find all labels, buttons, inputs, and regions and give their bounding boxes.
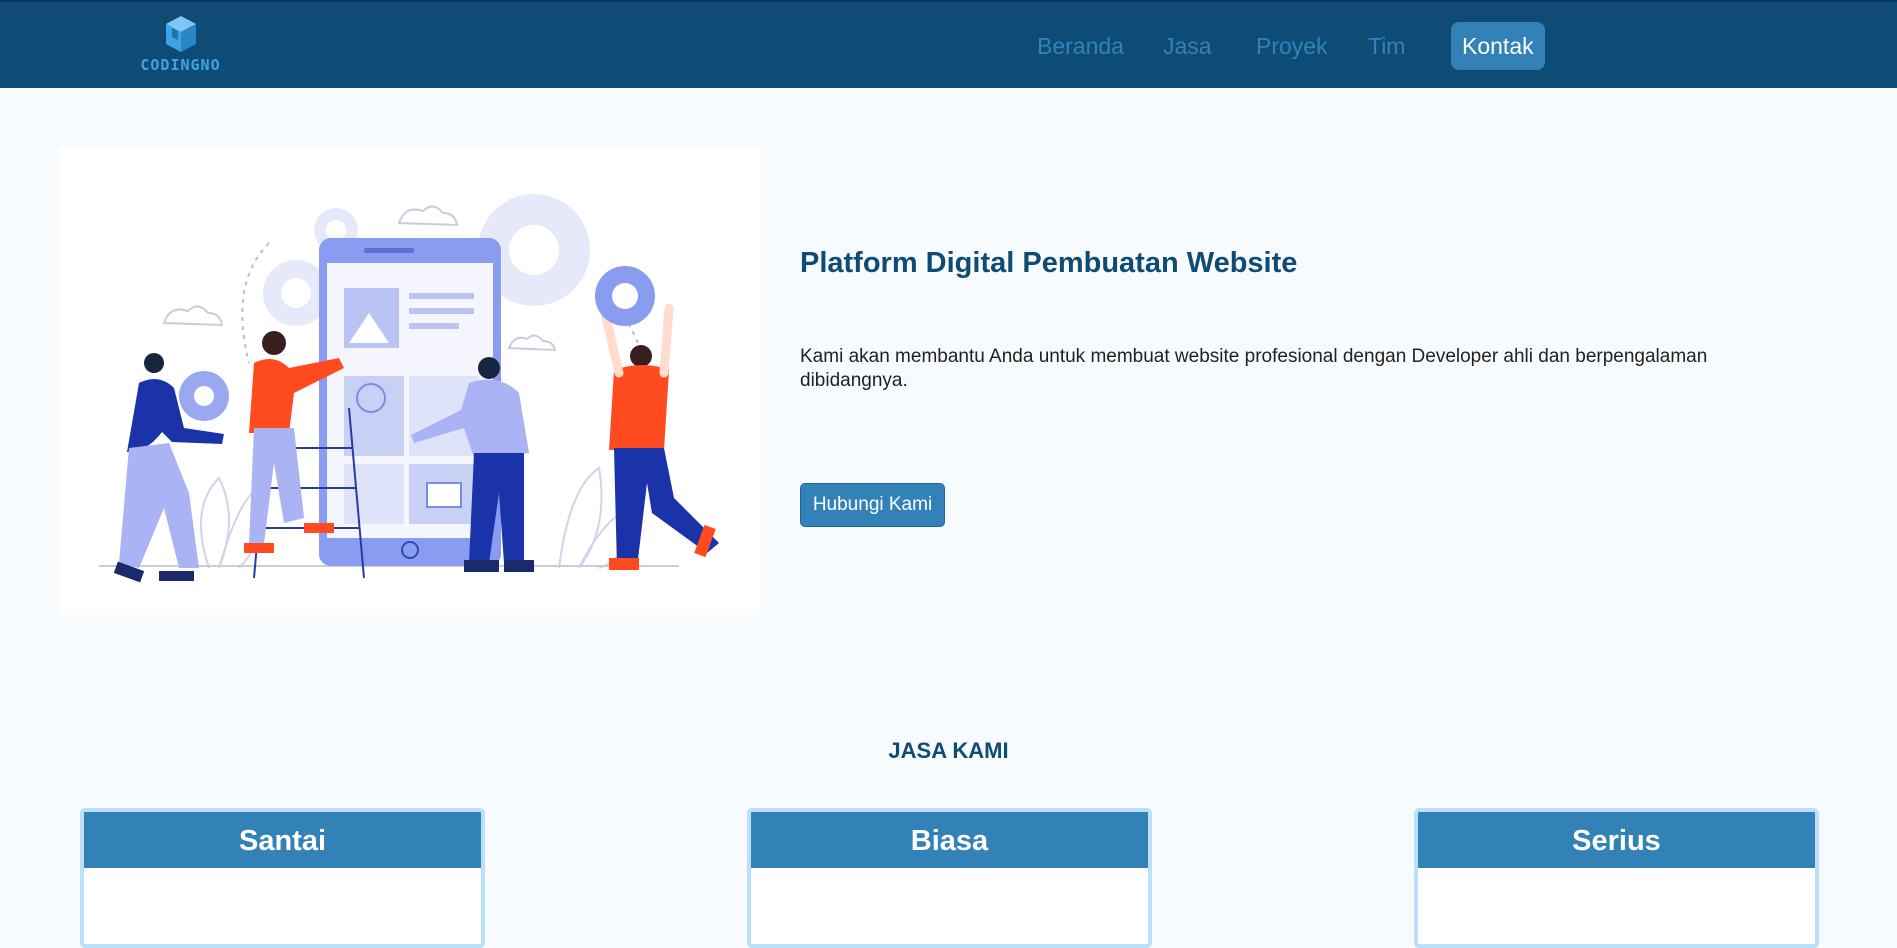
service-card-biasa: Biasa	[747, 808, 1152, 948]
service-card-title: Santai	[84, 812, 481, 868]
nav-link-beranda[interactable]: Beranda	[1037, 22, 1124, 70]
hero-illustration	[59, 148, 760, 615]
service-card-title: Biasa	[751, 812, 1148, 868]
brand-logo[interactable]: CODINGNO	[133, 14, 228, 76]
nav-link-proyek[interactable]: Proyek	[1256, 22, 1328, 70]
service-card-santai: Santai	[80, 808, 485, 948]
navbar: CODINGNO Beranda Jasa Proyek Tim Kontak	[0, 0, 1897, 88]
service-card-serius: Serius	[1414, 808, 1819, 948]
cube-logo-icon	[166, 16, 196, 52]
nav-link-tim[interactable]: Tim	[1368, 22, 1405, 70]
services-section-title: JASA KAMI	[888, 738, 1009, 763]
service-card-title: Serius	[1418, 812, 1815, 868]
hero-title: Platform Digital Pembuatan Website	[800, 247, 1298, 279]
logo-text: CODINGNO	[140, 56, 221, 74]
contact-us-button[interactable]: Hubungi Kami	[800, 483, 945, 527]
hero-description: Kami akan membantu Anda untuk membuat we…	[800, 346, 1708, 391]
nav-link-kontak[interactable]: Kontak	[1451, 22, 1545, 70]
nav-link-jasa[interactable]: Jasa	[1163, 22, 1212, 70]
